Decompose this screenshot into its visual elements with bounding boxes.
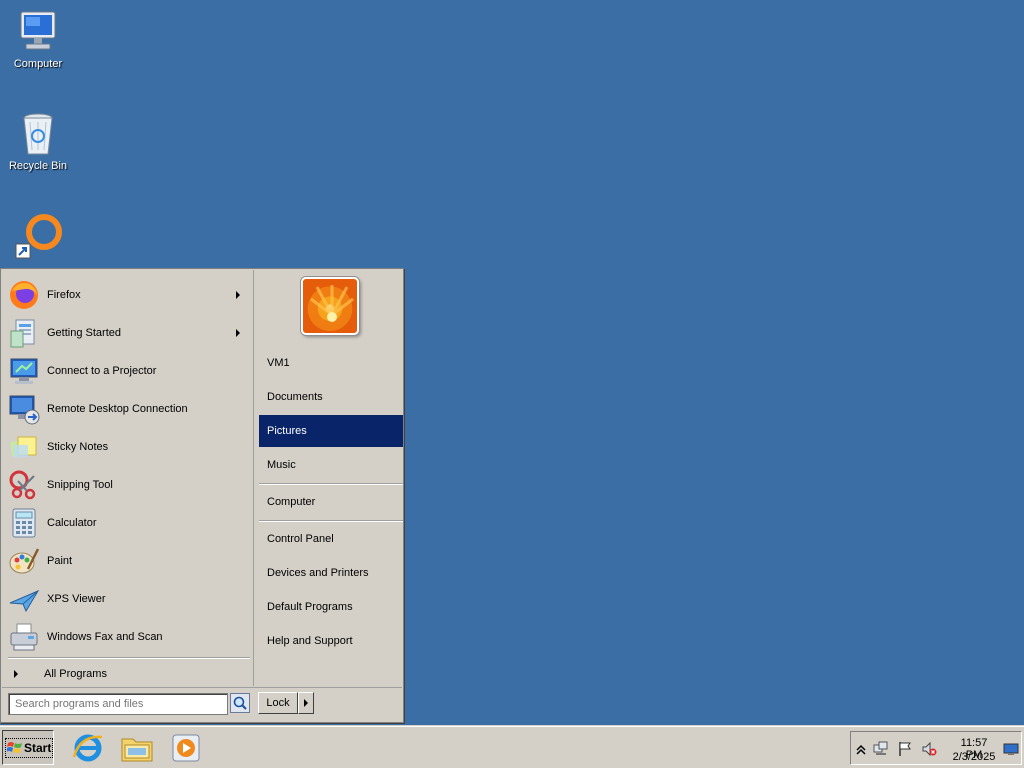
show-desktop-icon[interactable] <box>1003 741 1019 757</box>
place-item-music[interactable]: Music <box>259 449 403 481</box>
place-item-computer[interactable]: Computer <box>259 486 403 518</box>
place-label: Default Programs <box>267 601 353 613</box>
user-picture[interactable] <box>301 277 359 335</box>
place-label: Music <box>267 459 296 471</box>
program-item-remote-desktop[interactable]: Remote Desktop Connection <box>8 391 248 427</box>
place-label: Computer <box>267 496 316 508</box>
flower-picture-icon <box>310 285 354 322</box>
program-item-firefox[interactable]: Firefox <box>8 277 248 313</box>
taskbar-media-player[interactable] <box>168 731 204 765</box>
start-menu: Firefox Getting Started Connect to a Pro… <box>0 268 404 723</box>
internet-explorer-icon <box>72 734 103 762</box>
program-label: XPS Viewer <box>47 593 106 605</box>
recycle-bin-icon <box>14 110 62 158</box>
notification-area: 11:57 PM 2/3/2025 <box>850 731 1022 765</box>
taskbar-internet-explorer[interactable] <box>70 731 106 765</box>
desktop-icon-shortcut[interactable] <box>0 212 76 262</box>
place-label: Documents <box>267 391 323 403</box>
desktop-icon-computer[interactable]: Computer <box>0 8 76 70</box>
all-programs-item[interactable]: All Programs <box>10 665 248 683</box>
show-hidden-icons-chevron[interactable] <box>853 741 869 757</box>
program-item-connect-to-projector[interactable]: Connect to a Projector <box>8 353 248 389</box>
program-item-sticky-notes[interactable]: Sticky Notes <box>8 429 248 465</box>
windows-explorer-icon <box>121 738 153 762</box>
computer-icon <box>14 8 62 56</box>
lock-label: Lock <box>266 697 290 709</box>
fax-scan-icon <box>8 621 40 653</box>
place-label: Devices and Printers <box>267 567 369 579</box>
all-programs-label: All Programs <box>44 668 107 680</box>
paint-icon <box>8 545 40 577</box>
place-item-documents[interactable]: Documents <box>259 381 403 413</box>
place-item-devices-and-printers[interactable]: Devices and Printers <box>259 557 403 589</box>
desktop-icon-recycle-bin[interactable]: Recycle Bin <box>0 110 76 172</box>
programs-separator <box>8 657 250 659</box>
place-label: VM1 <box>267 357 290 369</box>
places-separator <box>259 483 403 485</box>
place-item-vm1[interactable]: VM1 <box>259 347 403 379</box>
taskbar: Start 11:57 PM 2/3/2025 <box>0 726 1024 768</box>
start-menu-places-pane: VM1 Documents Pictures Music Computer Control… <box>255 270 403 686</box>
start-button[interactable]: Start <box>2 730 54 765</box>
remote-desktop-icon <box>8 393 40 425</box>
start-menu-bottom-bar: Lock <box>2 687 402 721</box>
start-button-focus: Start <box>5 737 54 758</box>
places-separator <box>259 520 403 522</box>
media-player-icon <box>172 734 200 762</box>
lock-button[interactable]: Lock <box>258 692 298 714</box>
desktop-icon-label: Computer <box>13 58 63 70</box>
search-button[interactable] <box>230 693 250 713</box>
place-label: Control Panel <box>267 533 334 545</box>
snipping-tool-icon <box>8 469 40 501</box>
xps-viewer-icon <box>8 583 40 615</box>
place-label: Pictures <box>267 425 307 437</box>
clock-date[interactable]: 2/3/2025 <box>951 751 997 763</box>
start-menu-programs-pane: Firefox Getting Started Connect to a Pro… <box>2 270 254 686</box>
shutdown-options-arrow-button[interactable] <box>298 692 314 714</box>
program-item-paint[interactable]: Paint <box>8 543 248 579</box>
program-label: Connect to a Projector <box>47 365 157 377</box>
program-label: Snipping Tool <box>47 479 113 491</box>
search-icon <box>233 696 247 710</box>
place-item-control-panel[interactable]: Control Panel <box>259 523 403 555</box>
vlc-shortcut-icon <box>14 212 62 260</box>
program-label: Firefox <box>47 289 81 301</box>
projector-icon <box>8 355 40 387</box>
place-item-pictures[interactable]: Pictures <box>259 415 403 447</box>
taskbar-windows-explorer[interactable] <box>119 731 155 765</box>
sticky-notes-icon <box>8 431 40 463</box>
desktop-icon-label: Recycle Bin <box>8 160 68 172</box>
place-label: Help and Support <box>267 635 353 647</box>
program-item-snipping-tool[interactable]: Snipping Tool <box>8 467 248 503</box>
program-label: Windows Fax and Scan <box>47 631 163 643</box>
program-label: Getting Started <box>47 327 121 339</box>
windows-logo-icon <box>7 741 22 753</box>
volume-muted-icon[interactable] <box>921 741 937 757</box>
program-item-fax-scan[interactable]: Windows Fax and Scan <box>8 619 248 655</box>
expand-arrow-icon <box>14 670 18 678</box>
program-label: Paint <box>47 555 73 567</box>
program-label: Calculator <box>47 517 97 529</box>
place-item-help-and-support[interactable]: Help and Support <box>259 625 403 657</box>
start-label: Start <box>24 740 52 755</box>
program-item-getting-started[interactable]: Getting Started <box>8 315 248 351</box>
submenu-arrow-icon <box>236 291 240 299</box>
program-item-calculator[interactable]: Calculator <box>8 505 248 541</box>
program-label: Sticky Notes <box>47 441 109 453</box>
getting-started-icon <box>8 317 40 349</box>
program-label: Remote Desktop Connection <box>47 403 188 415</box>
action-center-flag-icon[interactable] <box>897 741 913 757</box>
program-item-xps-viewer[interactable]: XPS Viewer <box>8 581 248 617</box>
firefox-icon <box>8 279 40 311</box>
place-item-default-programs[interactable]: Default Programs <box>259 591 403 623</box>
submenu-arrow-icon <box>236 329 240 337</box>
network-icon[interactable] <box>873 741 889 757</box>
search-input[interactable] <box>8 693 228 715</box>
calculator-icon <box>8 507 40 539</box>
